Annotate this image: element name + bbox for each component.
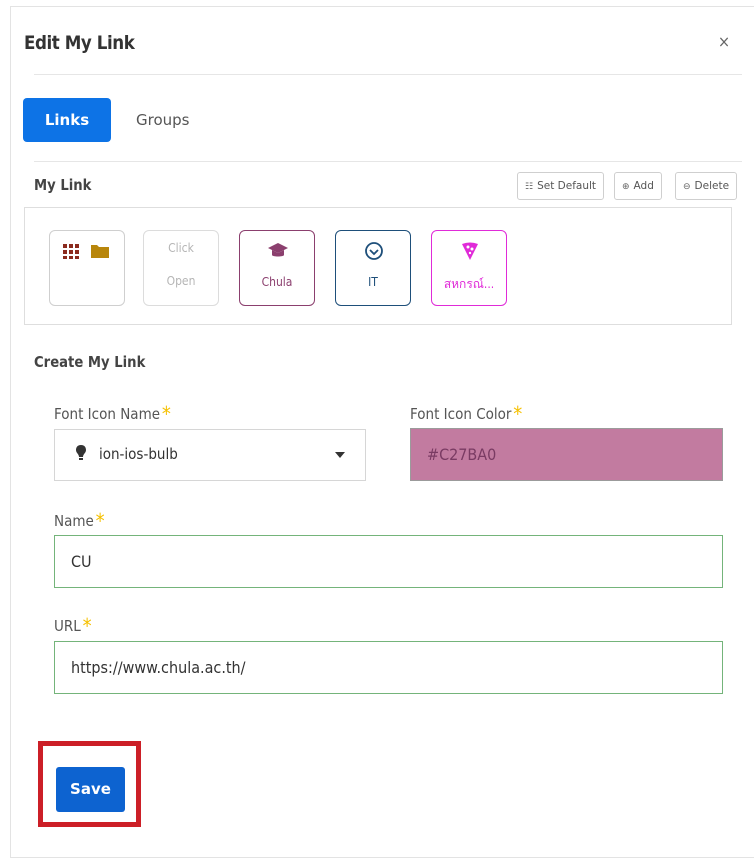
font-icon-name-value: ion-ios-bulb xyxy=(99,445,178,463)
link-tile-chula[interactable]: Chula xyxy=(239,230,315,306)
link-tile-it[interactable]: IT xyxy=(335,230,411,306)
font-icon-name-select[interactable]: ion-ios-bulb xyxy=(54,429,366,481)
chevron-down-icon xyxy=(335,452,345,458)
plus-circle-icon: ⊕ xyxy=(622,182,630,192)
tabs-divider xyxy=(34,161,742,162)
tile-label: IT xyxy=(368,275,378,289)
font-icon-color-label: Font Icon Color* xyxy=(410,402,523,426)
name-label: Name* xyxy=(54,509,105,533)
tile-label: สหกรณ์... xyxy=(443,277,495,291)
tile-label: Chula xyxy=(261,275,293,289)
delete-label: Delete xyxy=(694,180,730,192)
graduation-cap-icon xyxy=(268,243,288,257)
close-icon[interactable]: × xyxy=(718,32,730,52)
tab-links[interactable]: Links xyxy=(23,98,111,142)
font-icon-color-input[interactable]: #C27BA0 xyxy=(410,428,723,481)
delete-button[interactable]: ⊖ Delete xyxy=(675,172,738,200)
modal-title: Edit My Link xyxy=(24,32,135,54)
link-tile-apps[interactable] xyxy=(49,230,125,306)
tab-groups[interactable]: Groups xyxy=(122,98,203,142)
check-circle-icon xyxy=(365,242,383,260)
add-button[interactable]: ⊕ Add xyxy=(614,172,662,200)
required-star-icon: * xyxy=(161,402,171,426)
minus-circle-icon: ⊖ xyxy=(683,182,691,192)
add-label: Add xyxy=(633,180,654,192)
tile-open-text: Open xyxy=(166,274,196,288)
set-default-label: Set Default xyxy=(537,180,597,192)
url-field[interactable]: https://www.chula.ac.th/ xyxy=(54,641,723,694)
link-tile-coop[interactable]: สหกรณ์... xyxy=(431,230,507,306)
my-link-heading: My Link xyxy=(34,176,92,194)
link-tile-click-open[interactable]: Click Open xyxy=(143,230,219,306)
grid-icon xyxy=(63,244,79,259)
font-icon-name-label: Font Icon Name* xyxy=(54,402,171,426)
list-icon: ☷ xyxy=(525,182,534,192)
my-link-list: Click Open Chula IT สหกรณ์... xyxy=(24,207,732,325)
url-label: URL* xyxy=(54,614,92,638)
required-star-icon: * xyxy=(95,509,105,533)
title-divider xyxy=(34,74,742,75)
bulb-icon xyxy=(76,445,86,460)
required-star-icon: * xyxy=(82,614,92,638)
save-button[interactable]: Save xyxy=(56,767,125,812)
required-star-icon: * xyxy=(513,402,523,426)
set-default-button[interactable]: ☷ Set Default xyxy=(517,172,605,200)
folder-icon xyxy=(91,245,109,258)
tile-click-text: Click xyxy=(168,241,194,255)
pizza-icon xyxy=(462,242,478,260)
name-field[interactable]: CU xyxy=(54,535,723,588)
create-my-link-heading: Create My Link xyxy=(34,353,146,371)
